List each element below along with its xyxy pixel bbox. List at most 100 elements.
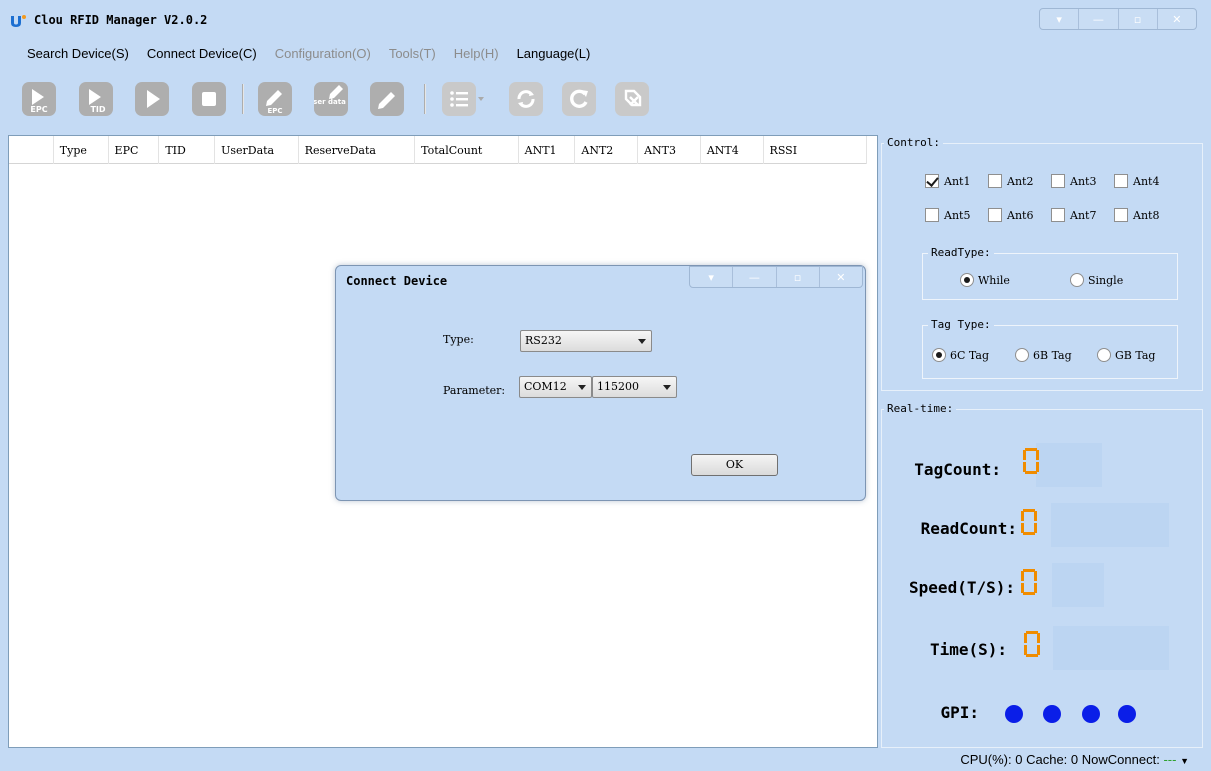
menu-language[interactable]: Language(L) xyxy=(508,44,600,64)
grid-column-header[interactable]: Type xyxy=(54,136,109,164)
radio-label: Single xyxy=(1088,273,1124,287)
checkbox-box xyxy=(925,174,939,188)
list-menu-dropdown-icon[interactable] xyxy=(478,97,484,101)
type-label: Type: xyxy=(443,333,474,346)
play-icon xyxy=(147,90,160,108)
dialog-window-controls: ▾ — ▫ ✕ xyxy=(689,266,863,288)
start-button[interactable] xyxy=(135,82,169,116)
menu-configuration[interactable]: Configuration(O) xyxy=(266,44,380,64)
ant5-checkbox[interactable]: Ant5 xyxy=(925,208,988,222)
port-select[interactable]: COM12 xyxy=(519,376,592,398)
close-icon[interactable]: ✕ xyxy=(1158,9,1196,29)
control-group-title: Control: xyxy=(884,136,943,149)
checkbox-label: Ant6 xyxy=(1007,208,1034,222)
type-select[interactable]: RS232 xyxy=(520,330,652,352)
app-title: Clou RFID Manager V2.0.2 xyxy=(34,13,208,27)
reload-button[interactable] xyxy=(562,82,596,116)
speed-label: Speed(T/S): xyxy=(909,578,1015,597)
grid-column-header[interactable]: ReserveData xyxy=(299,136,416,164)
time-label: Time(S): xyxy=(929,640,1007,659)
gpi-1-indicator xyxy=(1005,705,1023,723)
tagtype-gb-radio[interactable]: GB Tag xyxy=(1097,348,1155,362)
grid-column-header[interactable]: TID xyxy=(159,136,216,164)
readtype-single-radio[interactable]: Single xyxy=(1070,273,1123,287)
ant8-checkbox[interactable]: Ant8 xyxy=(1114,208,1177,222)
menu-search-device[interactable]: Search Device(S) xyxy=(18,44,138,64)
grid-column-header[interactable]: ANT3 xyxy=(638,136,701,164)
checkbox-label: Ant1 xyxy=(944,174,971,188)
grid-column-header[interactable]: ANT2 xyxy=(575,136,639,164)
ant2-checkbox[interactable]: Ant2 xyxy=(988,174,1051,188)
readcount-display-bg xyxy=(1051,503,1169,547)
readcount-label: ReadCount: xyxy=(920,519,1017,538)
tagcount-digit xyxy=(1023,448,1039,474)
checkbox-label: Ant3 xyxy=(1070,174,1097,188)
read-tid-caption: TID xyxy=(90,105,105,114)
realtime-group-title: Real-time: xyxy=(884,402,957,415)
minimize-icon[interactable]: — xyxy=(1079,9,1119,29)
menu-connect-device[interactable]: Connect Device(C) xyxy=(138,44,266,64)
now-connect-label: NowConnect: xyxy=(1081,752,1160,767)
radio-indicator xyxy=(1070,273,1084,287)
checkbox-box xyxy=(1051,174,1065,188)
menu-icon[interactable]: ▾ xyxy=(690,267,734,287)
checkbox-box xyxy=(1051,208,1065,222)
checkbox-label: Ant8 xyxy=(1133,208,1160,222)
read-epc-button[interactable]: EPC xyxy=(22,82,56,116)
edit-button[interactable] xyxy=(370,82,404,116)
grid-column-header[interactable]: UserData xyxy=(215,136,299,164)
radio-label: 6C Tag xyxy=(950,348,989,362)
now-connect-value: --- xyxy=(1163,752,1177,767)
read-tid-icon: TID xyxy=(89,89,106,114)
checkbox-box xyxy=(988,208,1002,222)
maximize-icon[interactable]: ▫ xyxy=(1119,9,1158,29)
grid-header: Type EPC TID UserData ReserveData TotalC… xyxy=(9,136,868,164)
radio-indicator xyxy=(960,273,974,287)
chevron-down-icon xyxy=(663,385,671,390)
maximize-icon[interactable]: ▫ xyxy=(777,267,820,287)
cpu-value: 0 xyxy=(1015,752,1023,767)
menu-help[interactable]: Help(H) xyxy=(445,44,508,64)
gpi-4-indicator xyxy=(1118,705,1136,723)
grid-column-header[interactable]: RSSI xyxy=(764,136,868,164)
gpi-3-indicator xyxy=(1082,705,1100,723)
write-userdata-icon: user data xyxy=(314,85,346,106)
chevron-down-icon[interactable]: ▼ xyxy=(1180,756,1189,766)
minimize-icon[interactable]: — xyxy=(733,267,777,287)
tagtype-6c-radio[interactable]: 6C Tag xyxy=(932,348,989,362)
read-tid-button[interactable]: TID xyxy=(79,82,113,116)
checkbox-box xyxy=(925,208,939,222)
cache-label: Cache: xyxy=(1026,752,1068,767)
grid-column-header[interactable]: EPC xyxy=(109,136,160,164)
checkbox-box xyxy=(988,174,1002,188)
ant3-checkbox[interactable]: Ant3 xyxy=(1051,174,1114,188)
list-menu-button[interactable] xyxy=(442,82,476,116)
tagtype-6b-radio[interactable]: 6B Tag xyxy=(1015,348,1072,362)
write-userdata-button[interactable]: user data xyxy=(314,82,348,116)
readtype-while-radio[interactable]: While xyxy=(960,273,1010,287)
baud-select[interactable]: 115200 xyxy=(592,376,677,398)
close-icon[interactable]: ✕ xyxy=(820,267,862,287)
ant7-checkbox[interactable]: Ant7 xyxy=(1051,208,1114,222)
write-epc-button[interactable]: EPC xyxy=(258,82,292,116)
ant4-checkbox[interactable]: Ant4 xyxy=(1114,174,1177,188)
refresh-button[interactable] xyxy=(509,82,543,116)
grid-column-header[interactable]: ANT4 xyxy=(701,136,764,164)
disconnect-button[interactable] xyxy=(615,82,649,116)
grid-column-header[interactable]: TotalCount xyxy=(415,136,519,164)
baud-select-value: 115200 xyxy=(597,380,639,393)
time-digit xyxy=(1024,631,1040,657)
toolbar-separator xyxy=(424,84,426,114)
parameter-label: Parameter: xyxy=(443,384,506,397)
ant6-checkbox[interactable]: Ant6 xyxy=(988,208,1051,222)
stop-button[interactable] xyxy=(192,82,226,116)
grid-column-header[interactable]: ANT1 xyxy=(519,136,576,164)
toolbar-separator xyxy=(242,84,244,114)
menu-tools[interactable]: Tools(T) xyxy=(380,44,445,64)
menu-icon[interactable]: ▾ xyxy=(1040,9,1080,29)
app-logo-icon xyxy=(11,15,26,27)
write-epc-icon: EPC xyxy=(266,90,283,115)
ok-button[interactable]: OK xyxy=(691,454,778,476)
grid-column-header[interactable] xyxy=(9,136,54,164)
ant1-checkbox[interactable]: Ant1 xyxy=(925,174,988,188)
